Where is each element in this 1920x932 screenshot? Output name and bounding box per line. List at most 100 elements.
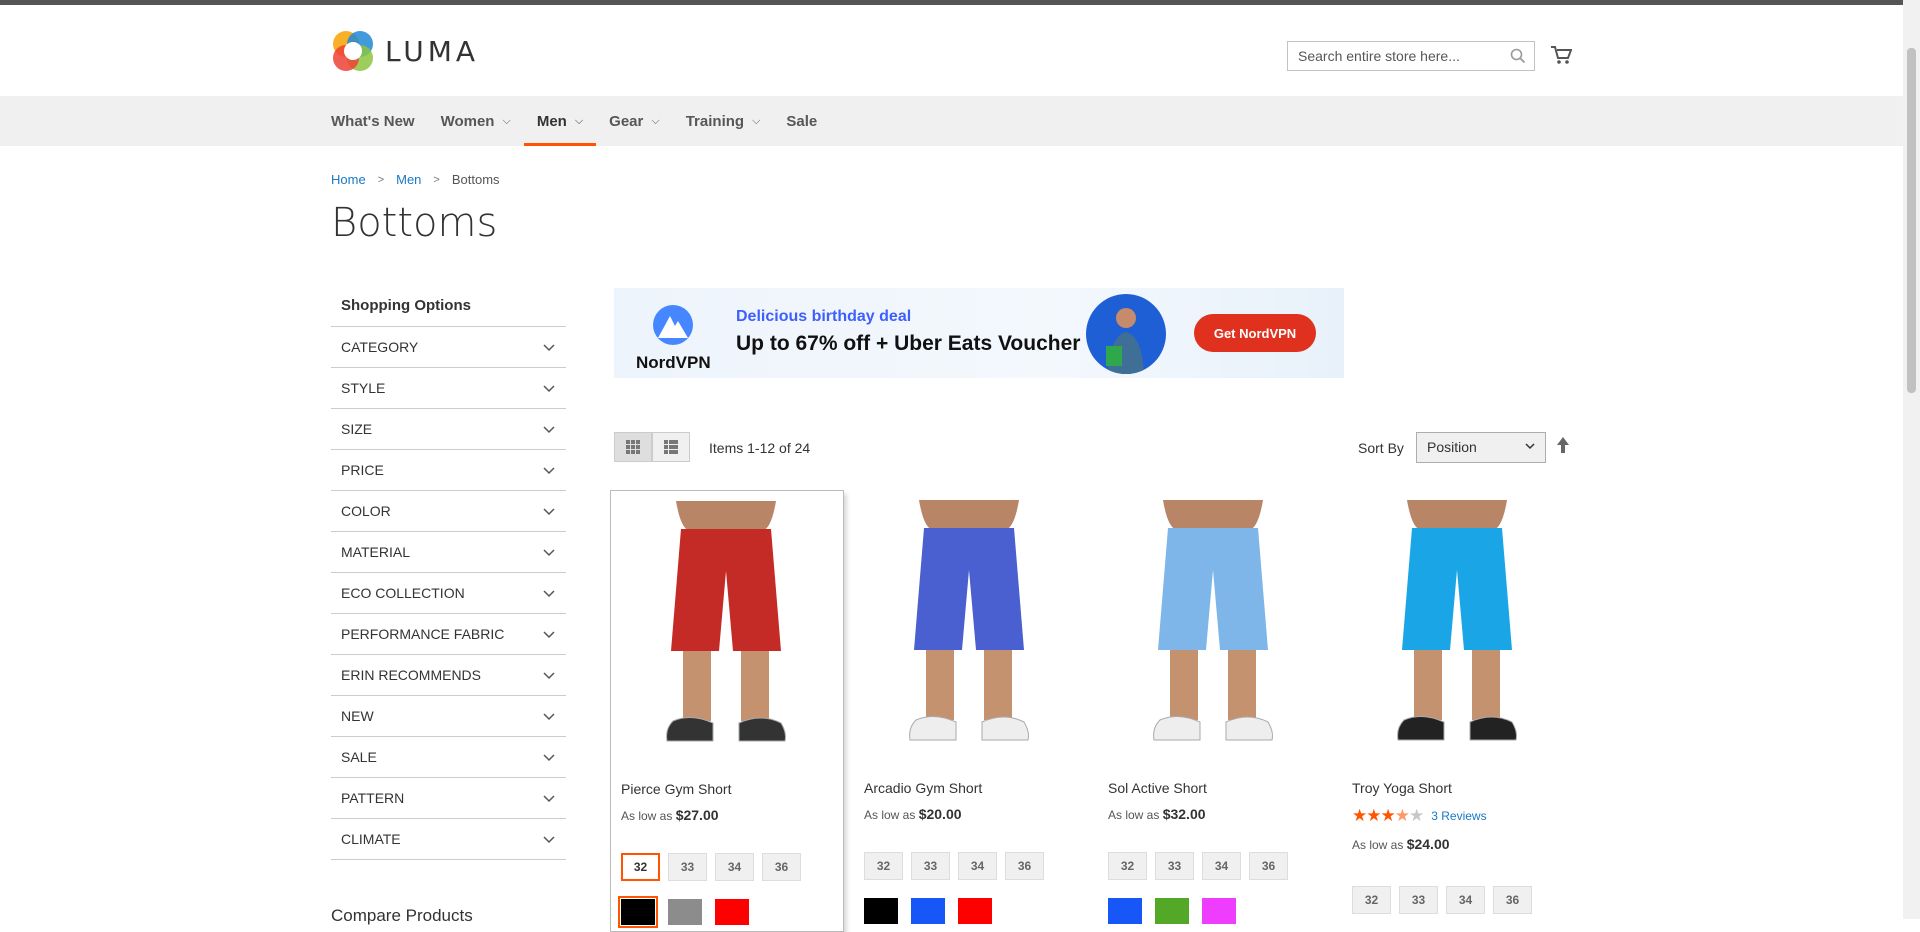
- product-name[interactable]: Sol Active Short: [1108, 780, 1207, 796]
- cart-icon[interactable]: [1550, 44, 1572, 66]
- product-name[interactable]: Pierce Gym Short: [621, 781, 731, 797]
- color-option[interactable]: [715, 899, 749, 925]
- sort-by-select[interactable]: Position: [1416, 432, 1546, 463]
- filter-label: PRICE: [341, 462, 384, 478]
- filter-label: ECO COLLECTION: [341, 585, 465, 601]
- size-option[interactable]: 36: [762, 853, 801, 881]
- color-option[interactable]: [1202, 898, 1236, 924]
- reviews-link[interactable]: 3 Reviews: [1431, 809, 1486, 823]
- filter-material[interactable]: MATERIAL: [331, 532, 566, 573]
- nav-item-gear[interactable]: Gear ⌵: [596, 96, 673, 146]
- color-option[interactable]: [864, 898, 898, 924]
- chevron-right-icon: >: [377, 173, 385, 186]
- size-option[interactable]: 34: [1202, 852, 1241, 880]
- size-option[interactable]: 34: [1446, 886, 1485, 914]
- size-option[interactable]: 32: [621, 853, 660, 881]
- grid-view-button[interactable]: [614, 432, 652, 462]
- size-option[interactable]: 33: [668, 853, 707, 881]
- size-option[interactable]: 32: [1108, 852, 1147, 880]
- scrollbar-thumb[interactable]: [1907, 48, 1916, 393]
- nav-item-sale[interactable]: Sale: [773, 96, 830, 146]
- chevron-down-icon: [543, 672, 555, 680]
- filter-performance-fabric[interactable]: PERFORMANCE FABRIC: [331, 614, 566, 655]
- search-icon[interactable]: [1510, 48, 1526, 64]
- chevron-down-icon: [543, 795, 555, 803]
- list-icon: [664, 440, 678, 454]
- product-name[interactable]: Troy Yoga Short: [1352, 780, 1452, 796]
- filter-pattern[interactable]: PATTERN: [331, 778, 566, 819]
- color-option[interactable]: [1155, 898, 1189, 924]
- color-option[interactable]: [668, 899, 702, 925]
- color-option[interactable]: [958, 898, 992, 924]
- ad-banner[interactable]: NordVPN Delicious birthday deal Up to 67…: [614, 288, 1344, 378]
- product-name[interactable]: Arcadio Gym Short: [864, 780, 982, 796]
- size-option[interactable]: 33: [911, 852, 950, 880]
- breadcrumb-men[interactable]: Men: [396, 172, 421, 187]
- get-nordvpn-button[interactable]: Get NordVPN: [1194, 314, 1316, 352]
- filter-label: SALE: [341, 749, 377, 765]
- filter-label: CATEGORY: [341, 339, 419, 355]
- nav-label: Men: [536, 112, 567, 130]
- size-option[interactable]: 36: [1005, 852, 1044, 880]
- product-image[interactable]: [1352, 500, 1562, 760]
- product-image[interactable]: [864, 500, 1074, 760]
- size-option[interactable]: 36: [1493, 886, 1532, 914]
- product-card[interactable]: Arcadio Gym Short As low as $20.00 32 33 34 3…: [854, 490, 1086, 930]
- product-card[interactable]: Troy Yoga Short ★★★★★ 3 Reviews As low as $…: [1342, 490, 1574, 930]
- sort-by-label: Sort By: [1358, 440, 1404, 456]
- nav-label: What's New: [331, 112, 415, 130]
- filter-sidebar: Shopping Options CATEGORY STYLE SIZE PRICE C…: [331, 287, 566, 860]
- filter-new[interactable]: NEW: [331, 696, 566, 737]
- scrollbar[interactable]: [1903, 0, 1920, 919]
- filter-label: COLOR: [341, 503, 391, 519]
- filter-price[interactable]: PRICE: [331, 450, 566, 491]
- search-input[interactable]: [1296, 47, 1505, 65]
- filter-style[interactable]: STYLE: [331, 368, 566, 409]
- filter-label: PATTERN: [341, 790, 405, 806]
- nav-label: Sale: [786, 112, 818, 130]
- luma-logo[interactable]: LUMA: [331, 29, 479, 73]
- filter-label: ERIN RECOMMENDS: [341, 667, 482, 683]
- filter-category[interactable]: CATEGORY: [331, 327, 566, 368]
- filter-size[interactable]: SIZE: [331, 409, 566, 450]
- nav-item-whats-new[interactable]: What's New: [331, 96, 428, 146]
- list-view-button[interactable]: [652, 432, 690, 462]
- nav-item-training[interactable]: Training ⌵: [673, 96, 774, 146]
- color-swatches: [1108, 898, 1236, 924]
- color-option[interactable]: [618, 896, 658, 928]
- filter-sale[interactable]: SALE: [331, 737, 566, 778]
- filter-color[interactable]: COLOR: [331, 491, 566, 532]
- color-option[interactable]: [1108, 898, 1142, 924]
- product-card[interactable]: Pierce Gym Short As low as $27.00 32 33 34 36: [610, 490, 844, 932]
- color-swatches: [618, 896, 749, 928]
- price-prefix: As low as: [864, 808, 916, 822]
- size-option[interactable]: 36: [1249, 852, 1288, 880]
- nordvpn-logo: NordVPN: [636, 304, 711, 373]
- product-image[interactable]: [1108, 500, 1318, 760]
- size-option[interactable]: 32: [864, 852, 903, 880]
- ad-person-image: [1086, 294, 1166, 374]
- breadcrumb-home[interactable]: Home: [331, 172, 366, 187]
- chevron-down-icon: [543, 508, 555, 516]
- product-image[interactable]: [621, 501, 831, 761]
- sort-direction-icon[interactable]: [1555, 436, 1571, 454]
- nav-item-men[interactable]: Men ⌵: [523, 96, 597, 146]
- product-card[interactable]: Sol Active Short As low as $32.00 32 33 34 36: [1098, 490, 1330, 930]
- size-option[interactable]: 34: [715, 853, 754, 881]
- filter-eco-collection[interactable]: ECO COLLECTION: [331, 573, 566, 614]
- nav-item-women[interactable]: Women ⌵: [428, 96, 524, 146]
- product-price: As low as $20.00: [864, 806, 962, 822]
- search-box[interactable]: [1287, 41, 1535, 71]
- product-toolbar: Items 1-12 of 24 Sort By Position: [614, 430, 1574, 464]
- size-option[interactable]: 34: [958, 852, 997, 880]
- filter-erin-recommends[interactable]: ERIN RECOMMENDS: [331, 655, 566, 696]
- filter-climate[interactable]: CLIMATE: [331, 819, 566, 860]
- color-option[interactable]: [911, 898, 945, 924]
- size-swatches: 32 33 34 36: [1352, 886, 1532, 914]
- size-option[interactable]: 33: [1155, 852, 1194, 880]
- size-option[interactable]: 33: [1399, 886, 1438, 914]
- chevron-down-icon: ⌵: [574, 114, 584, 127]
- chevron-down-icon: [543, 549, 555, 557]
- luma-logo-icon: [333, 31, 373, 71]
- size-option[interactable]: 32: [1352, 886, 1391, 914]
